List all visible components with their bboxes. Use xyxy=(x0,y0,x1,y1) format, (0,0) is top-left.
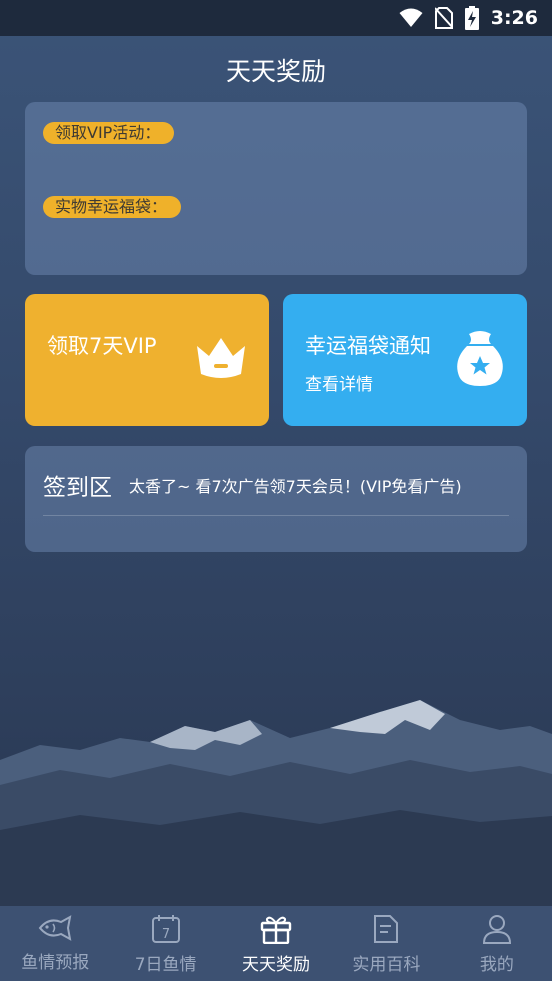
no-sim-icon xyxy=(434,7,453,29)
lucky-bag-icon xyxy=(457,331,503,386)
mountain-background xyxy=(0,700,552,910)
status-time: 3:26 xyxy=(490,7,538,29)
lucky-bag-badge: 实物幸运福袋： xyxy=(43,196,182,218)
calendar-icon: 7 xyxy=(151,915,180,943)
fish-icon xyxy=(38,915,72,941)
bottom-tab-bar: 鱼情预报 7 7日鱼情 天天奖励 实用百科 我的 xyxy=(0,906,552,981)
view-details-link[interactable]: 查看详情 xyxy=(305,370,373,395)
claim-vip-card[interactable]: 领取7天VIP xyxy=(25,294,269,426)
lucky-bag-title: 幸运福袋通知 xyxy=(305,334,431,358)
svg-text:7: 7 xyxy=(161,927,169,942)
tab-label: 鱼情预报 xyxy=(21,953,90,973)
tab-label: 实用百科 xyxy=(352,955,421,975)
tab-encyclopedia[interactable]: 实用百科 xyxy=(331,906,441,981)
tab-fish-forecast[interactable]: 鱼情预报 xyxy=(0,906,110,981)
signin-panel: 签到区 太香了~ 看7次广告领7天会员！(VIP免看广告) xyxy=(25,446,527,552)
divider xyxy=(43,515,509,516)
tab-daily-rewards[interactable]: 天天奖励 xyxy=(221,906,331,981)
signin-title: 签到区 xyxy=(43,475,112,501)
status-bar: 3:26 xyxy=(0,0,552,36)
wifi-icon xyxy=(399,8,423,27)
vip-activity-badge: 领取VIP活动： xyxy=(43,122,175,144)
tab-label: 7日鱼情 xyxy=(134,955,197,975)
tab-7day-fish[interactable]: 7 7日鱼情 xyxy=(110,906,220,981)
gift-icon xyxy=(260,916,292,944)
tab-label: 天天奖励 xyxy=(242,955,311,975)
lucky-bag-card[interactable]: 幸运福袋通知 查看详情 xyxy=(283,294,527,426)
tab-profile[interactable]: 我的 xyxy=(442,906,552,981)
book-icon xyxy=(374,915,399,943)
claim-vip-title: 领取7天VIP xyxy=(47,334,157,358)
battery-charging-icon xyxy=(464,6,479,30)
page-title: 天天奖励 xyxy=(225,57,326,86)
tab-label: 我的 xyxy=(479,955,514,975)
signin-description: 太香了~ 看7次广告领7天会员！(VIP免看广告) xyxy=(129,477,462,496)
promo-panel: 领取VIP活动： 实物幸运福袋： xyxy=(25,102,527,275)
user-icon xyxy=(482,915,511,944)
crown-icon xyxy=(197,338,245,378)
